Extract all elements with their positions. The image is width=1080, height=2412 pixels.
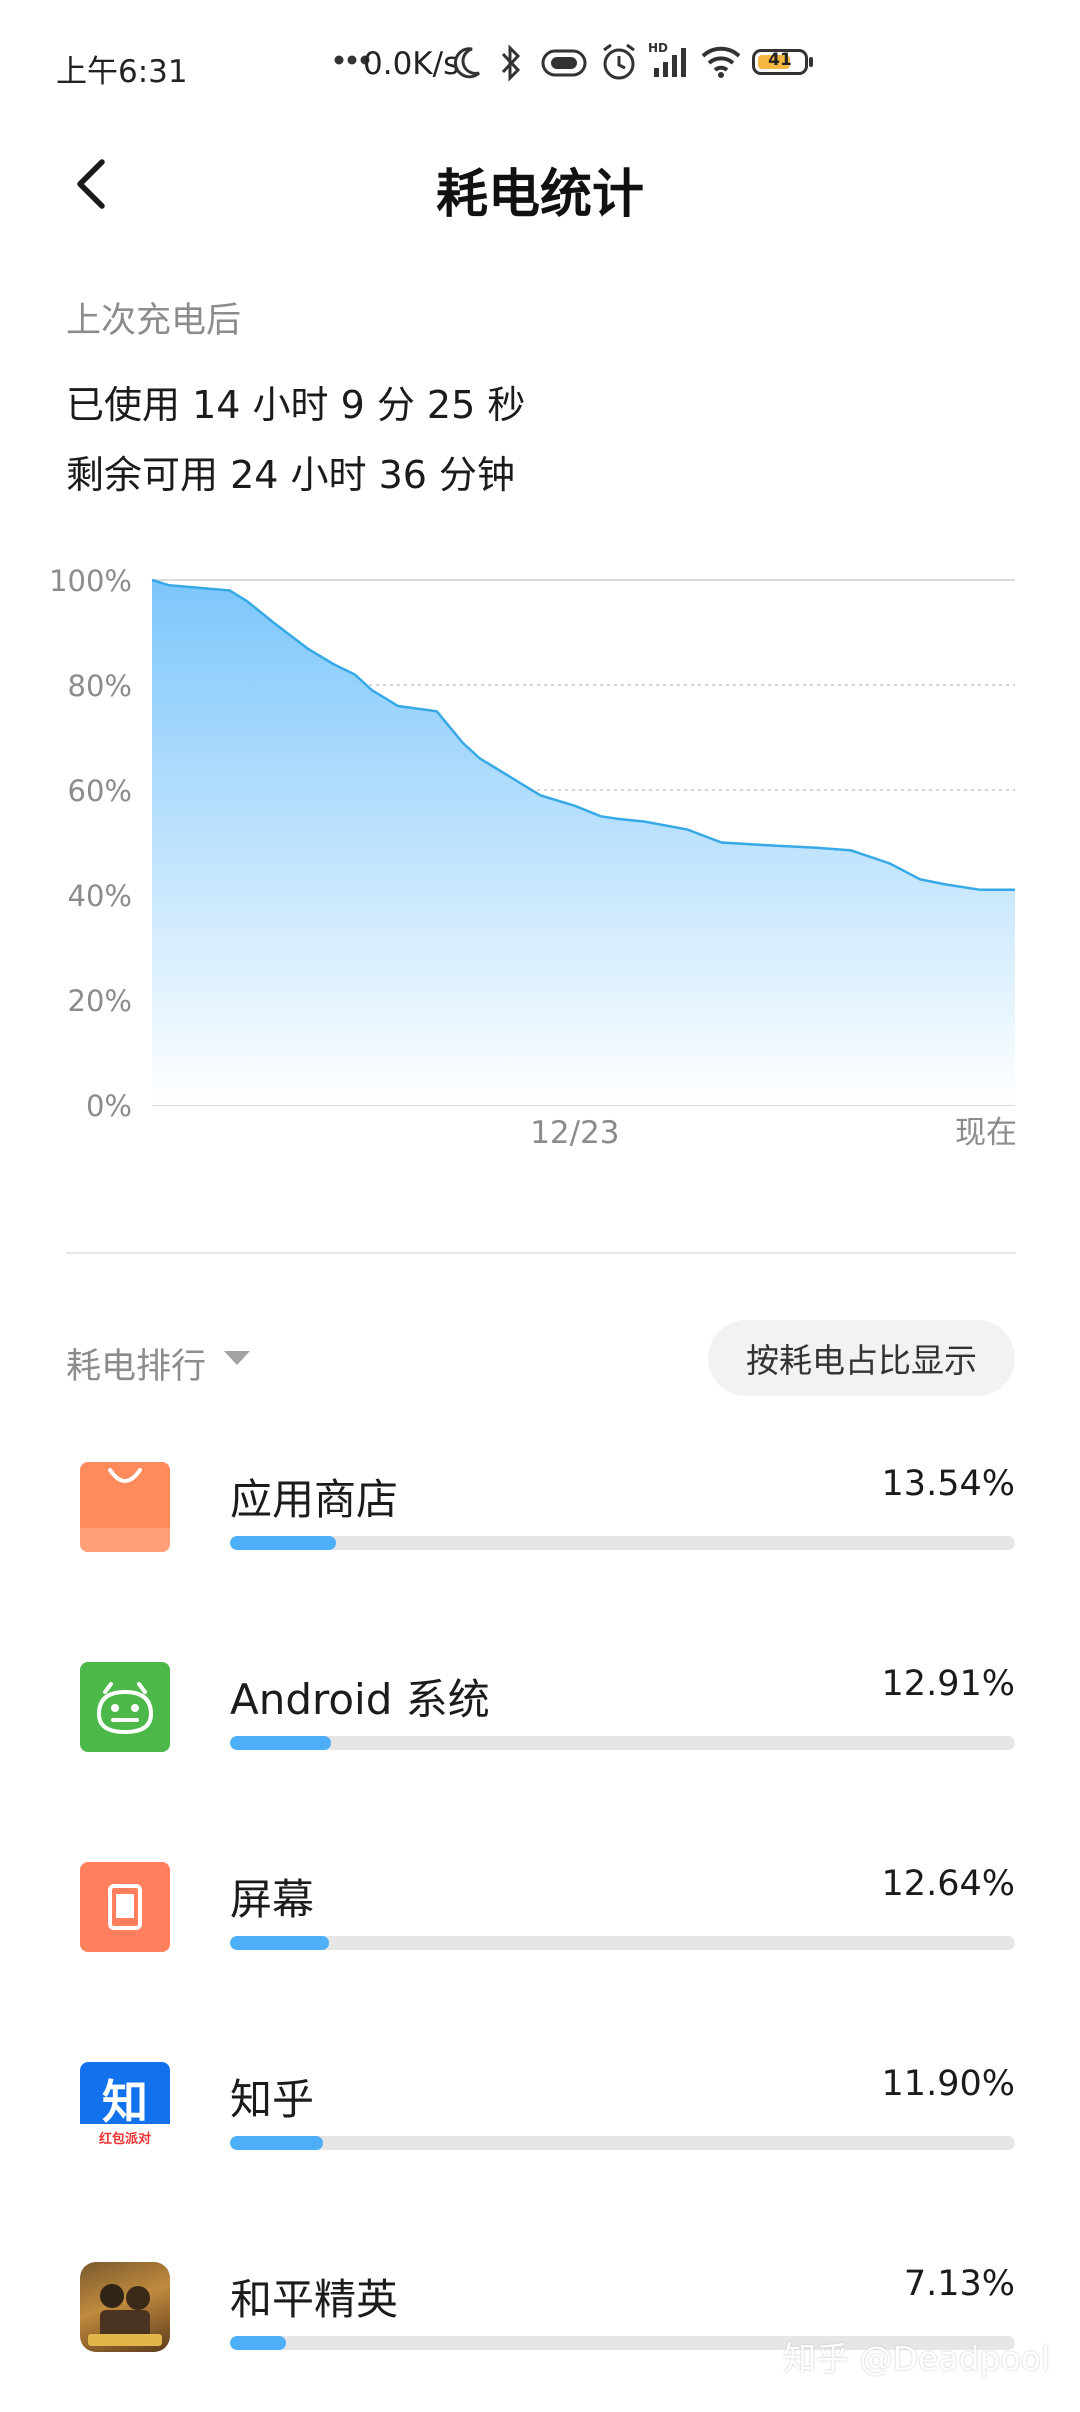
app-row[interactable]: 应用商店 13.54% xyxy=(0,1452,1080,1612)
x-tick-label: 现在 xyxy=(955,1115,1017,1151)
app-percent: 13.54% xyxy=(882,1464,1015,1504)
battery-area-fill xyxy=(152,580,1015,1105)
app-name: 知乎 xyxy=(230,2066,314,2127)
section-divider xyxy=(66,1252,1016,1254)
usage-bar-fill xyxy=(230,2336,286,2350)
app-percent: 7.13% xyxy=(904,2264,1015,2304)
usage-bar-track xyxy=(230,2136,1015,2150)
app-percent: 11.90% xyxy=(882,2064,1015,2104)
page-title: 耗电统计 xyxy=(0,152,1080,227)
y-tick-label: 100% xyxy=(49,564,132,598)
since-charge-label: 上次充电后 xyxy=(66,292,241,343)
net-speed: 0.0K/s xyxy=(363,46,459,82)
android-icon xyxy=(80,1662,170,1752)
usage-bar-track xyxy=(230,1536,1015,1550)
moon-icon xyxy=(452,46,482,80)
app-row[interactable]: Android 系统 12.91% xyxy=(0,1652,1080,1812)
y-tick-label: 60% xyxy=(68,774,132,808)
screen-icon xyxy=(80,1862,170,1952)
wifi-icon xyxy=(700,44,742,78)
status-time: 上午6:31 xyxy=(56,46,188,91)
ranking-label[interactable]: 耗电排行 xyxy=(66,1338,206,1389)
alarm-icon xyxy=(600,42,638,82)
battery-icon: 41 xyxy=(752,49,808,75)
zhihu-icon-subtext: 红包派对 xyxy=(80,2128,170,2147)
app-store-icon xyxy=(80,1462,170,1552)
app-name: Android 系统 xyxy=(230,1666,490,1727)
app-percent: 12.64% xyxy=(882,1864,1015,1904)
usage-bar-fill xyxy=(230,1536,336,1550)
y-tick-label: 20% xyxy=(68,984,132,1018)
y-tick-label: 80% xyxy=(68,669,132,703)
battery-tip xyxy=(809,57,813,67)
x-tick-label: 12/23 xyxy=(530,1115,619,1151)
used-time-text: 已使用 14 小时 9 分 25 秒 xyxy=(66,374,525,429)
y-tick-label: 0% xyxy=(86,1089,132,1123)
usage-bar-track xyxy=(230,1936,1015,1950)
watermark: 知乎 @Deadpool xyxy=(783,2332,1050,2380)
battery-level: 41 xyxy=(755,50,805,70)
page-header: 耗电统计 xyxy=(0,130,1080,240)
zhihu-icon-text: 知 xyxy=(80,2066,170,2132)
usage-bar-track xyxy=(230,1736,1015,1750)
app-row[interactable]: 屏幕 12.64% xyxy=(0,1852,1080,2012)
app-name: 和平精英 xyxy=(230,2266,398,2327)
app-name: 应用商店 xyxy=(230,1466,398,1527)
vibrate-icon xyxy=(540,48,588,78)
zhihu-icon: 知 红包派对 xyxy=(80,2062,170,2152)
hd-signal-icon: HD xyxy=(648,40,690,80)
show-by-percent-button[interactable]: 按耗电占比显示 xyxy=(708,1320,1015,1396)
usage-bar-fill xyxy=(230,1736,331,1750)
status-bar: 上午6:31 0.0K/s HD 41 xyxy=(0,0,1080,130)
app-row[interactable]: 知 红包派对 知乎 11.90% xyxy=(0,2052,1080,2212)
usage-bar-fill xyxy=(230,2136,323,2150)
bluetooth-icon xyxy=(498,44,524,82)
battery-level-chart: 100% 80% 60% 40% 20% 0% 12/23 现在 xyxy=(0,540,1080,1180)
peace-elite-icon xyxy=(80,2262,170,2352)
app-name: 屏幕 xyxy=(230,1866,314,1927)
caret-down-icon[interactable] xyxy=(224,1351,250,1365)
app-percent: 12.91% xyxy=(882,1664,1015,1704)
remaining-time-text: 剩余可用 24 小时 36 分钟 xyxy=(66,444,515,499)
usage-bar-fill xyxy=(230,1936,329,1950)
y-tick-label: 40% xyxy=(68,879,132,913)
svg-text:HD: HD xyxy=(648,41,668,55)
